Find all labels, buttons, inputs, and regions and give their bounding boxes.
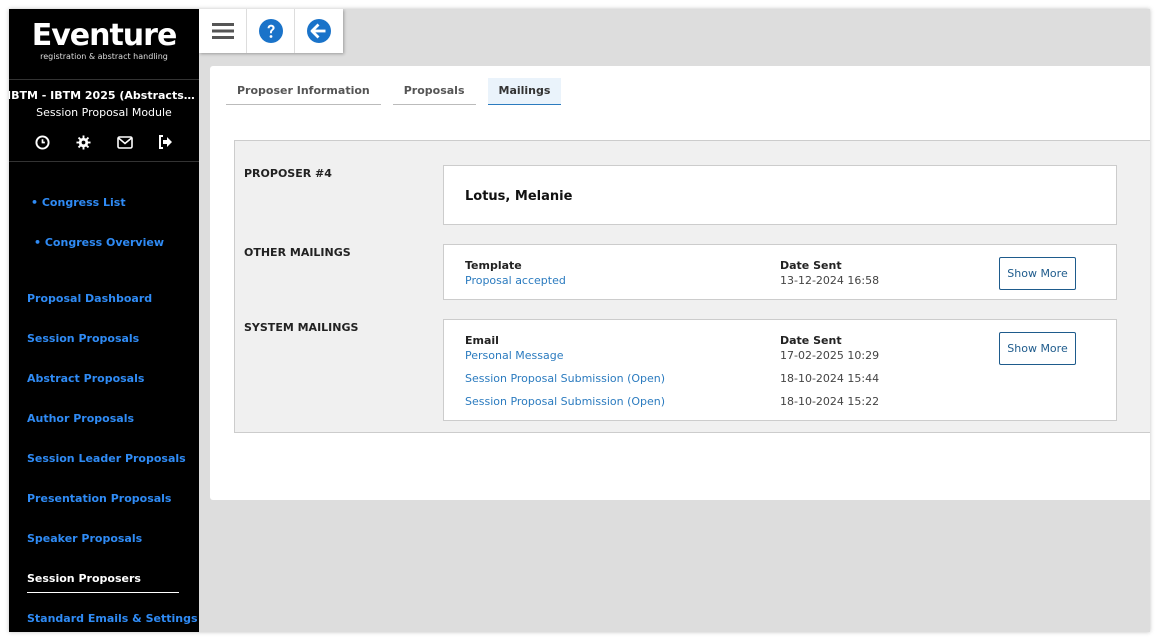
sidebar: Eventure registration & abstract handlin…: [9, 9, 199, 632]
tab-bar: Proposer Information Proposals Mailings: [226, 78, 562, 105]
back-button[interactable]: [295, 9, 343, 53]
sidebar-item-abstract-proposals[interactable]: Abstract Proposals: [27, 372, 144, 385]
sidebar-item-session-leader-proposals[interactable]: Session Leader Proposals: [27, 452, 186, 465]
system-mailing-date: 18-10-2024 15:22: [780, 395, 880, 408]
sidebar-item-presentation-proposals[interactable]: Presentation Proposals: [27, 492, 171, 505]
logo-text: Eventure: [31, 18, 178, 53]
sidebar-item-proposal-dashboard[interactable]: Proposal Dashboard: [27, 292, 152, 305]
app-window: Eventure registration & abstract handlin…: [9, 9, 1150, 632]
sidebar-icon-row: [9, 131, 199, 153]
date-sent-column-header: Date Sent: [780, 259, 842, 272]
system-mailing-date: 18-10-2024 15:44: [780, 372, 880, 385]
sidebar-item-speaker-proposals[interactable]: Speaker Proposals: [27, 532, 142, 545]
sidebar-item-standard-emails-settings[interactable]: Standard Emails & Settings: [27, 612, 198, 625]
system-mailing-link[interactable]: Session Proposal Submission (Open): [465, 372, 665, 385]
module-name: Session Proposal Module: [36, 106, 172, 119]
sidebar-divider: [9, 161, 199, 162]
menu-icon: [211, 23, 234, 39]
tab-mailings[interactable]: Mailings: [487, 78, 562, 105]
menu-button[interactable]: [199, 9, 247, 53]
template-column-header: Template: [465, 259, 522, 272]
mailings-content: PROPOSER #4 OTHER MAILINGS SYSTEM MAILIN…: [234, 140, 1150, 433]
other-mailings-card: Template Date Sent Proposal accepted 13-…: [443, 244, 1117, 300]
system-mailings-section-label: SYSTEM MAILINGS: [244, 321, 359, 334]
congress-title: IBTM - IBTM 2025 (Abstracts & Par...: [9, 89, 197, 102]
envelope-icon[interactable]: [116, 134, 133, 151]
back-arrow-icon: [307, 19, 331, 43]
proposer-name: Lotus, Melanie: [465, 189, 573, 204]
brand-logo[interactable]: Eventure registration & abstract handlin…: [9, 9, 199, 80]
proposer-section-label: PROPOSER #4: [244, 167, 332, 180]
tab-proposals[interactable]: Proposals: [392, 78, 476, 105]
sidebar-item-session-proposers[interactable]: Session Proposers: [27, 572, 141, 585]
logout-icon[interactable]: [157, 134, 174, 151]
mailing-date: 13-12-2024 16:58: [780, 274, 880, 287]
top-toolbar: [199, 9, 343, 53]
gear-icon[interactable]: [75, 134, 92, 151]
active-item-underline: [27, 592, 179, 593]
system-mailing-link[interactable]: Personal Message: [465, 349, 563, 362]
logo-tagline: registration & abstract handling: [40, 52, 168, 61]
help-icon: [258, 19, 283, 43]
sidebar-item-congress-overview[interactable]: • Congress Overview: [34, 236, 164, 249]
main-panel: Proposer Information Proposals Mailings …: [210, 66, 1150, 500]
date-sent-column-header: Date Sent: [780, 334, 842, 347]
other-mailings-show-more-button[interactable]: Show More: [999, 257, 1076, 290]
system-mailing-date: 17-02-2025 10:29: [780, 349, 880, 362]
sidebar-item-session-proposals[interactable]: Session Proposals: [27, 332, 139, 345]
clock-icon[interactable]: [34, 134, 51, 151]
proposer-card: Lotus, Melanie: [443, 165, 1117, 225]
system-mailings-card: Email Date Sent Personal Message 17-02-2…: [443, 319, 1117, 421]
sidebar-item-congress-list[interactable]: • Congress List: [31, 196, 126, 209]
system-mailings-show-more-button[interactable]: Show More: [999, 332, 1076, 365]
other-mailings-section-label: OTHER MAILINGS: [244, 246, 351, 259]
sidebar-item-author-proposals[interactable]: Author Proposals: [27, 412, 134, 425]
help-button[interactable]: [247, 9, 295, 53]
mailing-template-link[interactable]: Proposal accepted: [465, 274, 566, 287]
tab-proposer-information[interactable]: Proposer Information: [226, 78, 381, 105]
email-column-header: Email: [465, 334, 499, 347]
system-mailing-link[interactable]: Session Proposal Submission (Open): [465, 395, 665, 408]
